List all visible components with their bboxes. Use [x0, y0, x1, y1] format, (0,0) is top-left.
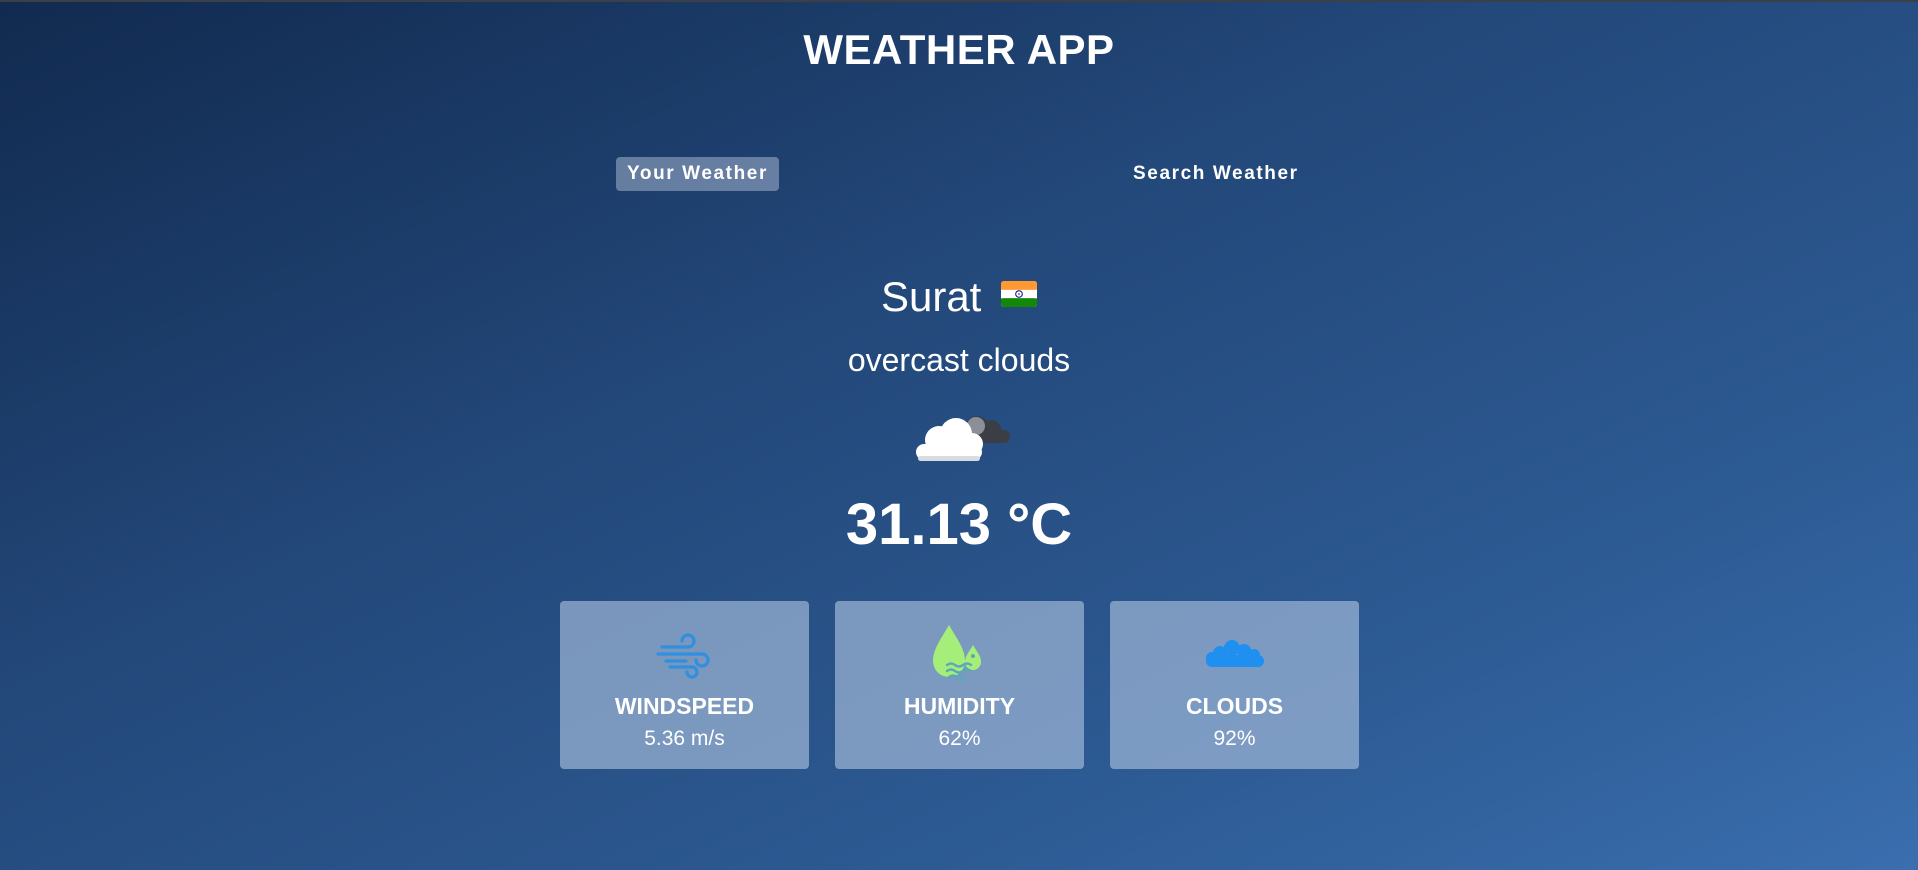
clouds-value: 92% — [1213, 727, 1256, 750]
overcast-clouds-icon — [916, 416, 1010, 461]
windspeed-value: 5.36 m/s — [644, 727, 725, 750]
windspeed-card: WINDSPEED 5.36 m/s — [560, 601, 809, 769]
humidity-card: HUMIDITY 62% — [835, 601, 1084, 769]
cloud-icon — [1206, 640, 1264, 667]
humidity-drops-icon — [933, 625, 981, 680]
temperature-value: 31.13 °C — [845, 492, 1073, 557]
clouds-label: CLOUDS — [1185, 693, 1284, 719]
weather-description: overcast clouds — [847, 342, 1071, 378]
tab-search-weather[interactable]: Search Weather — [1122, 157, 1310, 191]
windspeed-label: WINDSPEED — [614, 693, 755, 719]
city-heading: Surat — [0, 270, 1918, 324]
humidity-label: HUMIDITY — [903, 693, 1016, 719]
humidity-value: 62% — [938, 727, 981, 750]
clouds-card: CLOUDS 92% — [1110, 601, 1359, 769]
city-name: Surat — [880, 273, 982, 320]
wind-icon — [656, 633, 710, 679]
tab-your-weather[interactable]: Your Weather — [616, 157, 779, 191]
tab-bar: Your Weather Search Weather — [0, 0, 1918, 200]
india-flag-icon — [1001, 281, 1038, 307]
